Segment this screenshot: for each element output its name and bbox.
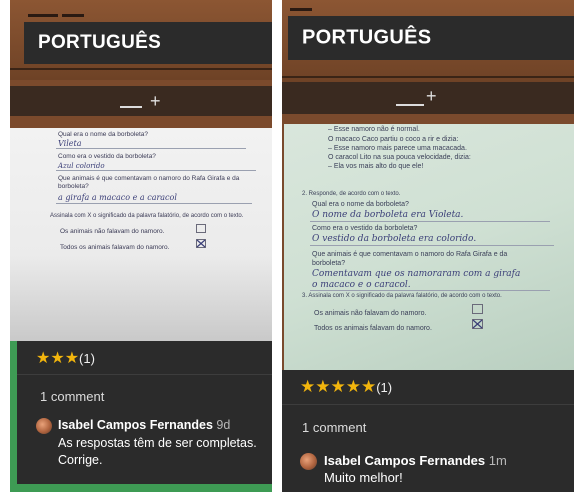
checkbox-checked (196, 239, 206, 248)
accent-strip (10, 341, 17, 492)
answer-line (310, 290, 550, 291)
plus-icon[interactable]: + (426, 87, 437, 105)
star-icons[interactable]: ★★★ (36, 350, 79, 367)
accent-strip (10, 484, 272, 492)
worksheet-question: Como era o vestido da borboleta? (312, 225, 418, 232)
rating-count: (1) (376, 380, 393, 395)
star-rating[interactable]: ★★★★★(1) (300, 377, 392, 397)
padlet-board: PORTUGUÊS + Qual era o nome da borboleta… (0, 0, 574, 492)
worksheet-question: Assinala com X o significado da palavra … (50, 213, 244, 219)
answer-line (56, 170, 256, 171)
dash-icon (396, 104, 424, 106)
worksheet-photo[interactable]: Qual era o nome da borboleta? Vileta Com… (10, 128, 272, 341)
post-card-left[interactable]: PORTUGUÊS + Qual era o nome da borboleta… (10, 0, 272, 492)
worksheet-text: O macaco Caco partiu o coco a rir e dizi… (328, 136, 459, 143)
add-attachment-bar[interactable]: + (282, 82, 574, 114)
checkbox-empty (196, 224, 206, 233)
wood-mark (28, 14, 58, 17)
answer-line (310, 221, 550, 222)
worksheet-option: Todos os animais falavam do namoro. (60, 244, 170, 251)
comment-text: As respostas têm de ser completas. Corri… (58, 436, 257, 467)
worksheet-question: borboleta? (312, 260, 346, 267)
add-attachment-bar[interactable]: + (10, 86, 272, 116)
worksheet-question: Como era o vestido da borboleta? (58, 153, 156, 160)
handwritten-answer: a girafa a macaco e a caracol (58, 193, 177, 202)
wood-mark (282, 76, 574, 78)
x-mark-icon (196, 239, 206, 248)
handwritten-answer: o macaco e o caracol. (312, 280, 411, 290)
handwritten-answer: Azul colorido (58, 162, 105, 170)
author-name: Isabel Campos Fernandes (324, 453, 486, 468)
author-name: Isabel Campos Fernandes (58, 418, 213, 432)
comments-count[interactable]: 1 comment (302, 420, 366, 435)
post-card-right[interactable]: PORTUGUÊS + – Esse namoro não é normal. … (282, 0, 574, 492)
handwritten-answer: O nome da borboleta era Violeta. (312, 210, 464, 220)
worksheet-question: Qual era o nome da borboleta? (58, 131, 148, 138)
divider (17, 374, 272, 375)
checkbox-checked (472, 319, 483, 329)
handwritten-answer: O vestido da borboleta era colorido. (312, 234, 477, 244)
comment-text: Muito melhor! (324, 470, 403, 485)
comment-author: Isabel Campos Fernandes 9d (58, 418, 230, 432)
post-title: PORTUGUÊS (38, 32, 162, 53)
worksheet-text: O caracol Lito na sua pouca velocidade, … (328, 154, 471, 161)
handwritten-answer: Comentavam que os namoraram com a girafa (312, 269, 521, 279)
star-rating[interactable]: ★★★(1) (36, 348, 95, 368)
wood-mark (62, 14, 84, 17)
post-title-bar: PORTUGUÊS (288, 16, 574, 60)
plus-icon[interactable]: + (150, 92, 161, 110)
worksheet-option: Os animais não falavam do namoro. (314, 310, 427, 317)
worksheet-text: – Ela vos mais alto do que ele! (328, 163, 424, 170)
worksheet-question: Que animais é que comentavam o namoro do… (58, 175, 240, 182)
worksheet-question: Qual era o nome da borboleta? (312, 201, 409, 208)
wood-mark (10, 68, 272, 70)
post-title: PORTUGUÊS (302, 26, 432, 49)
avatar (36, 418, 52, 434)
worksheet-question: 2. Responde, de acordo com o texto. (302, 191, 401, 197)
answer-line (56, 203, 252, 204)
comment-time: 9d (216, 418, 231, 432)
x-mark-icon (472, 319, 483, 329)
comments-count[interactable]: 1 comment (40, 389, 104, 404)
star-icons[interactable]: ★★★★★ (300, 377, 376, 396)
wood-mark (290, 8, 312, 11)
worksheet-text: – Esse namoro mais parece uma macacada. (328, 145, 467, 152)
handwritten-answer: Vileta (58, 139, 82, 148)
dash-icon (120, 106, 142, 108)
post-title-bar: PORTUGUÊS (24, 22, 272, 64)
worksheet-text: – Esse namoro não é normal. (328, 126, 420, 133)
rating-count: (1) (79, 351, 95, 366)
answer-line (310, 245, 554, 246)
comment-author: Isabel Campos Fernandes 1m (324, 453, 507, 468)
worksheet-option: Os animais não falavam do namoro. (60, 228, 165, 235)
divider (282, 404, 574, 405)
worksheet-question: 3. Assinala com X o significado da palav… (302, 293, 502, 299)
worksheet-question: Que animais é que comentavam o namoro do… (312, 251, 508, 258)
answer-line (56, 148, 246, 149)
worksheet-question: borboleta? (58, 183, 89, 190)
worksheet-option: Todos os animais falavam do namoro. (314, 325, 432, 332)
avatar (300, 453, 317, 470)
worksheet-photo[interactable]: – Esse namoro não é normal. O macaco Cac… (284, 124, 574, 370)
checkbox-empty (472, 304, 483, 314)
comment-time: 1m (488, 453, 507, 468)
